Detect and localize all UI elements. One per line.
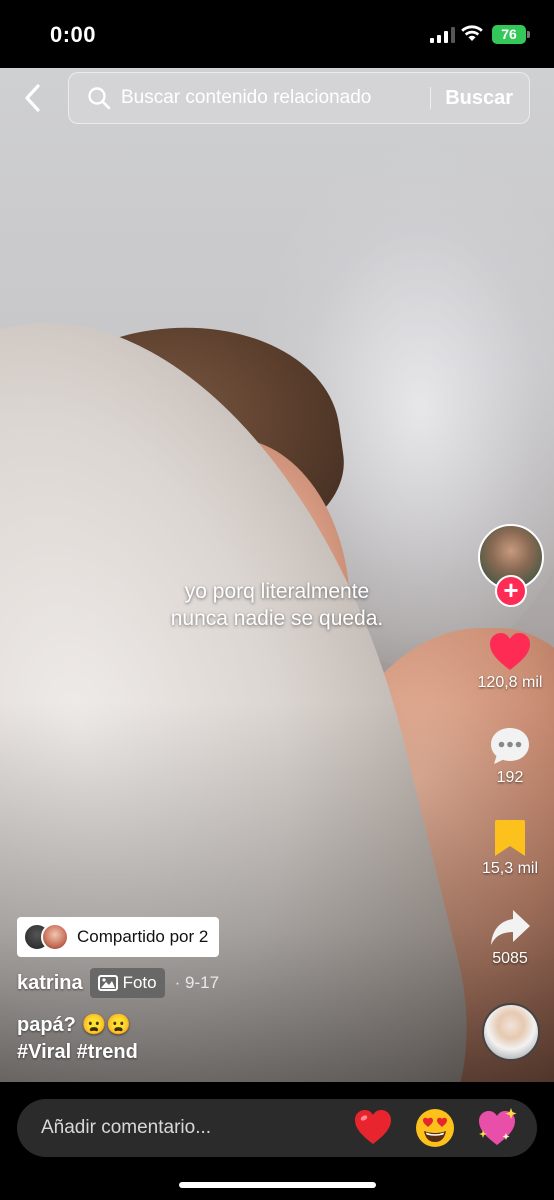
photo-badge: Foto xyxy=(89,968,165,998)
comment-placeholder: Añadir comentario... xyxy=(41,1117,212,1138)
search-button[interactable]: Buscar xyxy=(445,87,513,110)
share-arrow-icon xyxy=(491,910,530,945)
post-caption: papá? 😦😦 xyxy=(17,1014,132,1036)
comment-bar: Añadir comentario... xyxy=(0,1082,554,1200)
heart-emoji-button[interactable] xyxy=(351,1106,395,1150)
shared-avatar-2 xyxy=(41,923,69,951)
back-button[interactable] xyxy=(16,80,50,116)
plus-icon: + xyxy=(503,575,519,605)
status-bar: 0:00 76 xyxy=(0,0,554,68)
search-bar[interactable]: Buscar contenido relacionado Buscar xyxy=(68,72,530,124)
status-time: 0:00 xyxy=(50,22,97,47)
battery-indicator: 76 xyxy=(492,25,530,44)
overlay-line-1: yo porq literalmente xyxy=(184,580,370,603)
comment-count: 192 xyxy=(496,769,524,786)
heart-eyes-emoji-button[interactable] xyxy=(413,1106,457,1150)
wifi-icon xyxy=(461,25,483,41)
heart-icon xyxy=(490,633,530,670)
like-count: 120,8 mil xyxy=(477,674,543,691)
shared-by-chip[interactable]: Compartido por 2 xyxy=(17,917,220,957)
follow-button[interactable]: + xyxy=(495,575,527,607)
post-hashtags[interactable]: #Viral #trend xyxy=(17,1041,138,1064)
image-icon xyxy=(97,975,118,991)
sparkling-heart-emoji-button[interactable] xyxy=(475,1106,519,1150)
search-input[interactable]: Buscar contenido relacionado xyxy=(121,87,430,109)
post-author-row: katrina Foto · 9-17 xyxy=(17,968,219,998)
chevron-left-icon xyxy=(25,84,40,112)
photo-overlay-text: yo porq literalmente nunca nadie se qued… xyxy=(100,578,454,632)
home-indicator xyxy=(179,1182,376,1188)
save-button[interactable]: 15,3 mil xyxy=(465,818,554,878)
overlay-line-2: nunca nadie se queda. xyxy=(170,607,384,630)
search-divider xyxy=(430,87,432,109)
cellular-signal-icon xyxy=(430,27,455,43)
like-button[interactable]: 120,8 mil xyxy=(465,632,554,692)
comment-icon xyxy=(491,728,529,764)
comment-button[interactable]: 192 xyxy=(465,725,554,787)
search-icon xyxy=(88,87,111,110)
photo-badge-label: Foto xyxy=(122,973,157,992)
shared-by-label: Compartido por 2 xyxy=(77,927,209,946)
comment-input[interactable]: Añadir comentario... xyxy=(17,1099,537,1157)
bookmark-icon xyxy=(495,820,525,856)
username[interactable]: katrina xyxy=(17,972,83,995)
post-date: · 9-17 xyxy=(174,973,220,992)
share-button[interactable]: 5085 xyxy=(465,908,554,968)
save-count: 15,3 mil xyxy=(481,860,539,877)
music-disc-avatar[interactable] xyxy=(482,1003,540,1061)
share-count: 5085 xyxy=(492,950,528,967)
